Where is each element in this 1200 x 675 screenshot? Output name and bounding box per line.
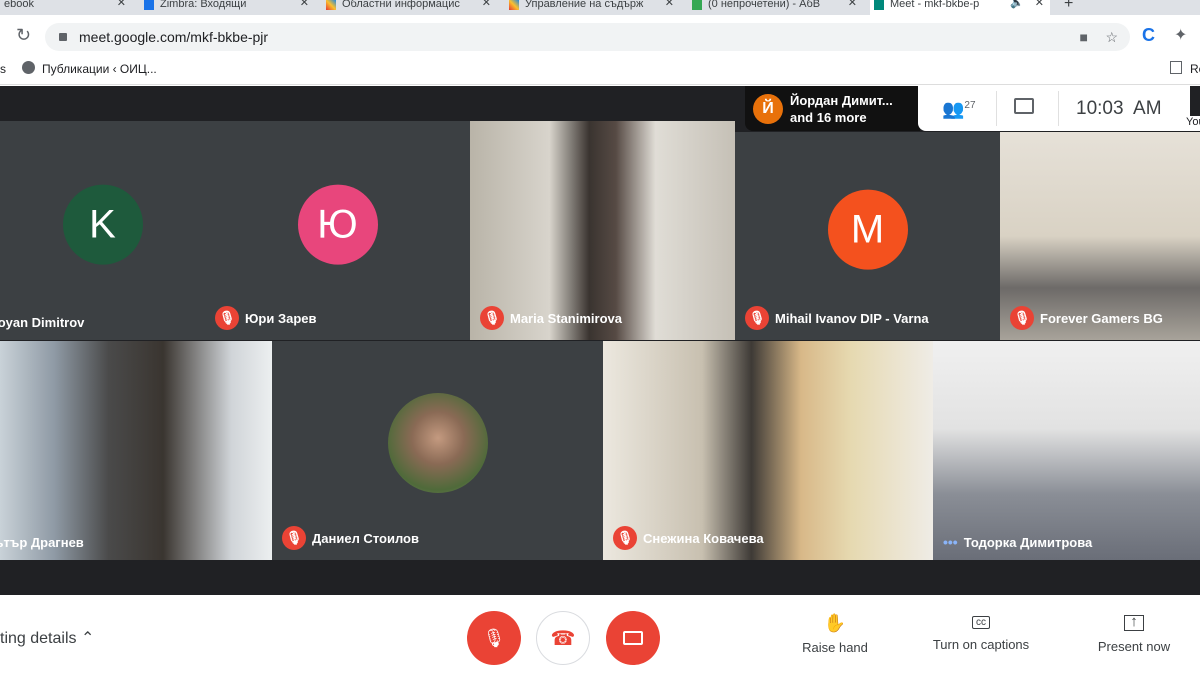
close-tab-icon[interactable]: ✕ (1035, 0, 1044, 9)
present-label: Present now (1097, 639, 1171, 654)
participant-avatar: K (62, 184, 143, 265)
bookmark-item[interactable]: s (0, 62, 6, 76)
meet-stage: Й Йордан Димит... and 16 more 👥27 10:03 … (0, 86, 1200, 595)
bookmark-item[interactable]: Публикации ‹ ОИЦ... (42, 62, 157, 76)
notification-more: and 16 more (790, 110, 867, 125)
participant-name: Yoyan Dimitrov (0, 315, 85, 330)
participant-name: Mihail Ivanov DIP - Varna (775, 310, 929, 326)
clock: 10:03 AM (1076, 98, 1162, 119)
present-icon: ↑ (1124, 614, 1144, 631)
captions-icon: cc (972, 616, 990, 629)
participant-avatar: M (827, 189, 908, 270)
mic-off-icon: 🎙 (480, 306, 504, 330)
tab-meet[interactable]: Meet - mkf-bkbe-p 🔈 ✕ (870, 0, 1050, 15)
participant-tile[interactable]: 🎙 Даниел Стоилов (272, 341, 603, 560)
lock-icon (59, 33, 67, 41)
hand-icon: ✋ (823, 613, 847, 633)
participant-name: Тодорка Димитрова (963, 534, 1093, 550)
address-row: ↻ meet.google.com/mkf-bkbe-pjr ■ ☆ C ✦ (0, 15, 1200, 57)
tab-oblastni[interactable]: Областни информацис ✕ (322, 0, 497, 15)
globe-icon (22, 61, 35, 74)
participant-name: Maria Stanimirova (510, 310, 622, 326)
participant-tile[interactable]: K Yoyan Dimitrov (0, 121, 205, 340)
mic-off-icon: 🎙 (282, 526, 306, 550)
mic-toggle-button[interactable]: 🎙 (467, 611, 521, 665)
participant-name: Снежина Ковачева (643, 530, 764, 546)
audio-playing-icon[interactable]: 🔈 (1010, 0, 1024, 9)
chevron-up-icon: ⌃ (80, 630, 95, 647)
participant-video-tile[interactable]: ътър Драгнев (0, 341, 272, 560)
divider (1058, 91, 1059, 126)
bookmark-star-icon[interactable]: ☆ (1105, 23, 1118, 51)
divider (996, 91, 997, 126)
present-now-button[interactable]: ↑ Present now (1092, 613, 1176, 654)
close-tab-icon[interactable]: ✕ (117, 0, 126, 9)
close-tab-icon[interactable]: ✕ (300, 0, 309, 9)
abv-icon (692, 0, 702, 10)
participant-tile[interactable]: Ю 🎙 Юри Зарев (205, 121, 470, 340)
mic-off-icon: 🎙 (482, 627, 506, 648)
captions-label: Turn on captions (932, 637, 1030, 652)
extensions-puzzle-icon[interactable]: ✦ (1174, 25, 1187, 45)
site-icon (509, 0, 519, 10)
chat-icon[interactable] (1014, 98, 1034, 114)
raise-hand-button[interactable]: ✋ Raise hand (795, 613, 875, 655)
self-view-label: You (1186, 116, 1200, 131)
meet-icon (874, 0, 884, 10)
reading-list-button[interactable]: Re (1190, 62, 1200, 76)
camera-toggle-button[interactable] (606, 611, 660, 665)
meeting-details-button[interactable]: ting details ⌃ (0, 628, 94, 648)
participants-count: 27 (964, 100, 976, 111)
mic-off-icon: 🎙 (1010, 306, 1034, 330)
close-tab-icon[interactable]: ✕ (482, 0, 491, 9)
participant-name: Даниел Стоилов (312, 530, 419, 546)
notification-avatar: Й (753, 94, 783, 124)
top-right-panel: 👥27 10:03 AM (918, 86, 1190, 131)
tab-strip: ebook ✕ Zimbra: Входящи ✕ Областни информа… (0, 0, 1200, 15)
extension-icon[interactable]: C (1142, 25, 1155, 46)
close-tab-icon[interactable]: ✕ (665, 0, 674, 9)
participant-name: Forever Gamers BG (1040, 310, 1163, 326)
meeting-details-label: ting details (0, 630, 77, 647)
zimbra-icon (144, 0, 154, 10)
mic-off-icon: 🎙 (215, 306, 239, 330)
tab-upravlenie[interactable]: Управление на съдърж ✕ (505, 0, 680, 15)
participant-photo (387, 392, 488, 493)
participant-tile[interactable]: M 🎙 Mihail Ivanov DIP - Varna (735, 132, 1000, 340)
participant-avatar: Ю (297, 184, 378, 265)
leave-call-button[interactable]: ☎ (536, 611, 590, 665)
participant-name: ътър Драгнев (0, 535, 84, 550)
tab-facebook[interactable]: ebook ✕ (0, 0, 132, 15)
close-tab-icon[interactable]: ✕ (848, 0, 857, 9)
join-notification[interactable]: Й Йордан Димит... and 16 more (745, 86, 920, 131)
reload-icon[interactable]: ↻ (16, 25, 31, 46)
bookmarks-bar: s Публикации ‹ ОИЦ... Re (0, 57, 1200, 85)
new-tab-button[interactable]: + (1060, 0, 1085, 15)
site-icon (326, 0, 336, 10)
people-button[interactable]: 👥27 (942, 99, 976, 120)
address-bar[interactable]: meet.google.com/mkf-bkbe-pjr ■ ☆ (45, 23, 1130, 51)
participant-video-tile[interactable]: 🎙 Maria Stanimirova (470, 121, 735, 340)
mic-off-icon: 🎙 (613, 526, 637, 550)
participant-video-tile[interactable]: 🎙 Снежина Ковачева (603, 341, 933, 560)
reading-list-icon (1170, 61, 1182, 74)
captions-button[interactable]: cc Turn on captions (925, 613, 1037, 652)
mic-off-icon: 🎙 (745, 306, 769, 330)
speaking-indicator-icon: ••• (943, 534, 958, 550)
participant-video-tile[interactable]: ••• Тодорка Димитрова (933, 341, 1200, 560)
camera-icon[interactable]: ■ (1080, 23, 1088, 51)
participant-video-tile[interactable]: 🎙 Forever Gamers BG (1000, 132, 1200, 340)
tab-abv[interactable]: (0 непрочетени) - АбВ ✕ (688, 0, 863, 15)
bottom-toolbar: ting details ⌃ 🎙 ☎ ✋ Raise hand cc Turn on… (0, 595, 1200, 675)
participant-name: Юри Зарев (245, 310, 317, 326)
tab-zimbra[interactable]: Zimbra: Входящи ✕ (140, 0, 315, 15)
raise-hand-label: Raise hand (802, 640, 868, 655)
camera-off-icon (623, 631, 643, 645)
notification-name: Йордан Димит... (790, 93, 893, 108)
hang-up-icon: ☎ (550, 627, 576, 650)
